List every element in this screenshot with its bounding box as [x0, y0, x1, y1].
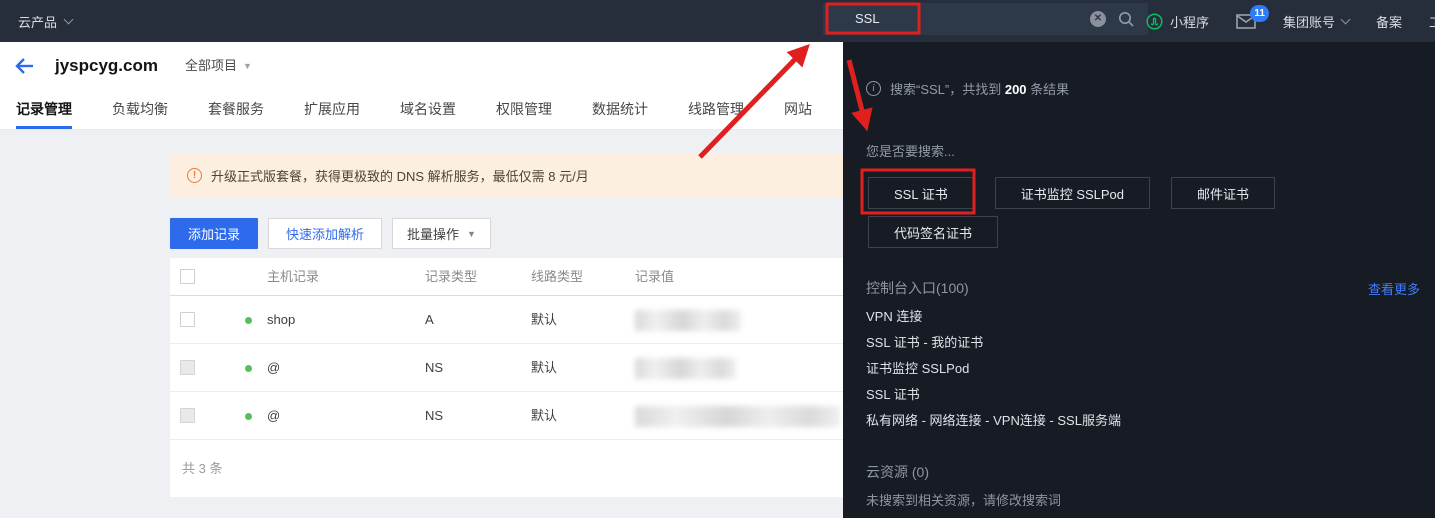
table-row: shop A 默认 [170, 296, 843, 344]
tab-permissions[interactable]: 权限管理 [496, 90, 552, 129]
console-entry-link[interactable]: SSL 证书 [866, 382, 1121, 408]
console-screen: 云产品 SSL ✕ 小程序 11 集团账号 备案 [0, 0, 1435, 518]
col-header-value: 记录值 [635, 258, 674, 296]
console-entries-list: VPN 连接 SSL 证书 - 我的证书 证书监控 SSLPod SSL 证书 … [866, 304, 1121, 434]
tab-record-management[interactable]: 记录管理 [16, 90, 72, 129]
domain-header: jyspcyg.com 全部项目▼ [0, 42, 843, 90]
table-row: @ NS 默认 [170, 392, 843, 440]
search-results-panel: i 搜索“SSL”，共找到 200 条结果 您是否要搜索... SSL 证书 证… [843, 42, 1435, 518]
record-toolbar: 添加记录 快速添加解析 批量操作▼ [170, 218, 491, 249]
records-table: 主机记录 记录类型 线路类型 记录值 shop A 默认 @ NS 默认 @ N… [170, 258, 843, 497]
console-entry-link[interactable]: 证书监控 SSLPod [866, 356, 1121, 382]
clear-search-icon[interactable]: ✕ [1090, 11, 1106, 27]
console-entry-link[interactable]: SSL 证书 - 我的证书 [866, 330, 1121, 356]
table-header-row: 主机记录 记录类型 线路类型 记录值 [170, 258, 843, 296]
suggestion-code-sign-cert[interactable]: 代码签名证书 [868, 216, 998, 248]
search-result-summary: i 搜索“SSL”，共找到 200 条结果 [866, 79, 1069, 98]
banner-text: 升级正式版套餐，获得更极致的 DNS 解析服务，最低仅需 8 元/月 [211, 166, 589, 185]
arrow-left-icon [13, 54, 37, 78]
redacted-record-value [635, 406, 840, 427]
console-entry-link[interactable]: 私有网络 - 网络连接 - VPN连接 - SSL服务端 [866, 408, 1121, 434]
cloud-products-menu[interactable]: 云产品 [18, 0, 72, 42]
mini-program-entry[interactable]: 小程序 [1146, 12, 1209, 31]
group-account-menu[interactable]: 集团账号 [1283, 12, 1349, 31]
console-entries-header: 控制台入口(100) 查看更多 [866, 278, 1420, 298]
tab-load-balancing[interactable]: 负载均衡 [112, 90, 168, 129]
suggestion-buttons-row2: 代码签名证书 [868, 216, 998, 248]
warning-icon: ! [187, 168, 202, 183]
cell-line: 默认 [531, 392, 557, 440]
redacted-record-value [635, 358, 736, 379]
status-dot [245, 365, 252, 372]
cloud-products-label: 云产品 [18, 12, 57, 31]
console-entries-title: 控制台入口(100) [866, 278, 969, 298]
suggestion-buttons-row1: SSL 证书 证书监控 SSLPod 邮件证书 [868, 177, 1275, 209]
info-icon: i [866, 81, 881, 96]
cell-type: NS [425, 344, 443, 392]
row-checkbox-disabled [180, 360, 195, 375]
icp-filing-label: 备案 [1376, 12, 1402, 31]
quick-add-button[interactable]: 快速添加解析 [268, 218, 382, 249]
cell-line: 默认 [531, 296, 557, 344]
chevron-down-icon [1341, 14, 1351, 24]
result-count: 200 [1005, 82, 1027, 97]
search-icon[interactable] [1118, 11, 1135, 31]
tab-bar: 记录管理 负载均衡 套餐服务 扩展应用 域名设置 权限管理 数据统计 线路管理 … [0, 90, 843, 130]
row-checkbox[interactable] [180, 312, 195, 327]
clipped-nav-item[interactable]: 工 [1429, 12, 1435, 31]
messages-entry[interactable]: 11 [1236, 14, 1256, 29]
cell-host: @ [267, 344, 280, 392]
batch-operations-dropdown[interactable]: 批量操作▼ [392, 218, 491, 249]
chevron-down-icon [64, 14, 74, 24]
tab-extensions[interactable]: 扩展应用 [304, 90, 360, 129]
cell-host: @ [267, 392, 280, 440]
table-total-count: 共 3 条 [170, 440, 843, 495]
upgrade-notice-banner: ! 升级正式版套餐，获得更极致的 DNS 解析服务，最低仅需 8 元/月 [170, 153, 843, 198]
mini-program-icon [1146, 13, 1163, 30]
col-header-line: 线路类型 [531, 258, 583, 296]
project-filter-dropdown[interactable]: 全部项目▼ [185, 42, 252, 90]
suggestion-sslpod[interactable]: 证书监控 SSLPod [995, 177, 1150, 209]
tab-statistics[interactable]: 数据统计 [592, 90, 648, 129]
tab-website[interactable]: 网站 [784, 90, 812, 129]
cell-type: A [425, 296, 434, 344]
tab-plan-service[interactable]: 套餐服务 [208, 90, 264, 129]
redacted-record-value [635, 310, 741, 331]
mini-program-label: 小程序 [1170, 12, 1209, 31]
view-more-link[interactable]: 查看更多 [1368, 279, 1420, 298]
cloud-resources-empty-text: 未搜索到相关资源，请修改搜索词 [866, 490, 1061, 509]
group-account-label: 集团账号 [1283, 12, 1335, 31]
suggestion-email-cert[interactable]: 邮件证书 [1171, 177, 1275, 209]
top-navbar: 云产品 SSL ✕ 小程序 11 集团账号 备案 [0, 0, 1435, 42]
search-query-text: SSL [855, 3, 880, 35]
cell-line: 默认 [531, 344, 557, 392]
console-entry-link[interactable]: VPN 连接 [866, 304, 1121, 330]
col-header-host: 主机记录 [267, 258, 319, 296]
select-all-checkbox[interactable] [180, 269, 195, 284]
global-search-input[interactable]: SSL ✕ [823, 3, 1148, 35]
cell-host: shop [267, 296, 295, 344]
tab-domain-settings[interactable]: 域名设置 [400, 90, 456, 129]
back-button[interactable] [13, 54, 37, 83]
cloud-resources-title: 云资源 (0) [866, 462, 929, 482]
add-record-button[interactable]: 添加记录 [170, 218, 258, 249]
notification-badge: 11 [1250, 5, 1269, 22]
page-title-domain: jyspcyg.com [55, 42, 158, 90]
col-header-type: 记录类型 [425, 258, 477, 296]
tab-line-management[interactable]: 线路管理 [688, 90, 744, 129]
suggestion-ssl-cert[interactable]: SSL 证书 [868, 177, 974, 209]
triangle-down-icon: ▼ [243, 42, 252, 90]
triangle-down-icon: ▼ [467, 229, 476, 239]
suggestions-title: 您是否要搜索... [866, 141, 955, 160]
topbar-right-cluster: 小程序 11 集团账号 备案 工 [1146, 0, 1435, 42]
status-dot [245, 413, 252, 420]
cell-type: NS [425, 392, 443, 440]
status-dot [245, 317, 252, 324]
icp-filing-entry[interactable]: 备案 [1376, 12, 1402, 31]
row-checkbox-disabled [180, 408, 195, 423]
table-row: @ NS 默认 [170, 344, 843, 392]
